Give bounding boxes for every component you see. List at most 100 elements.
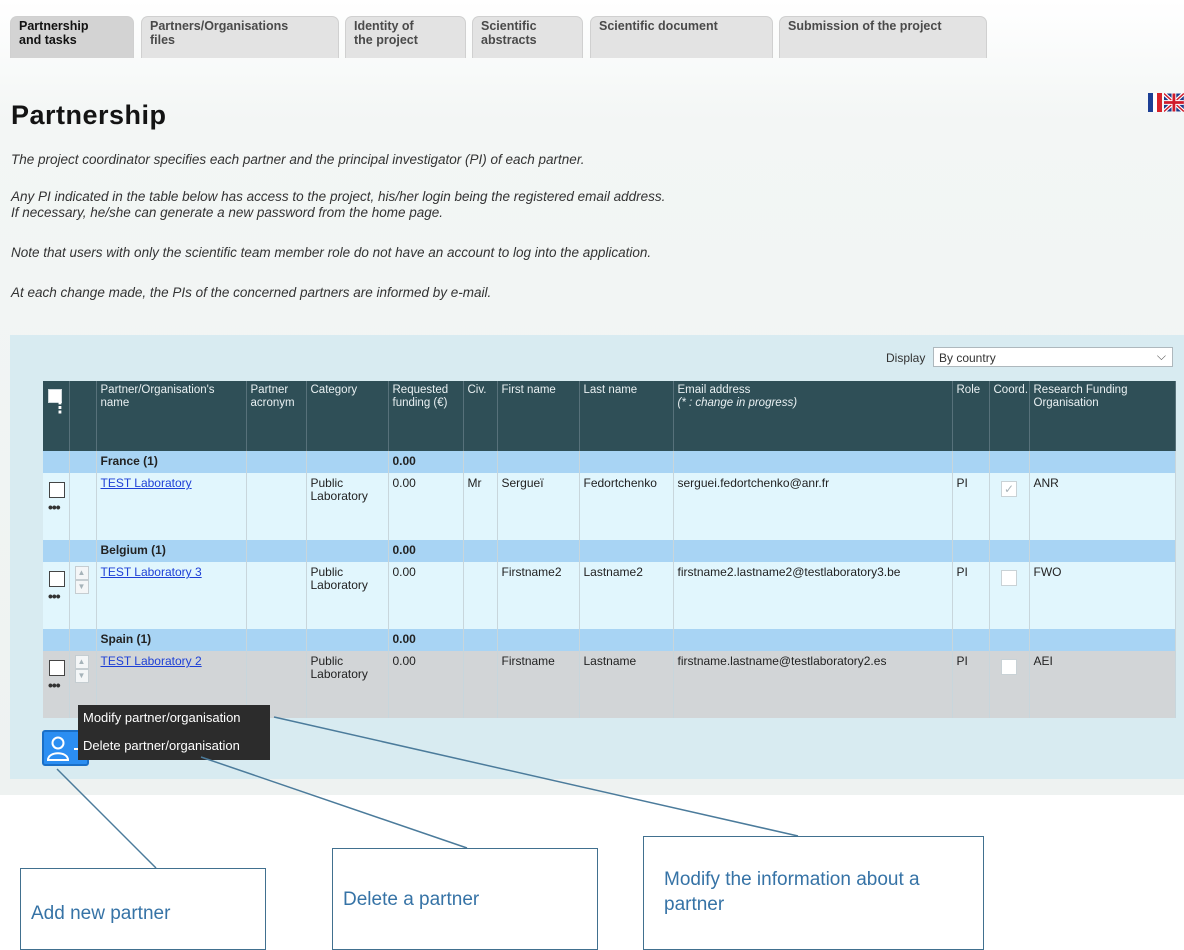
tab-partners-organisations-files[interactable]: Partners/Organisations files — [141, 16, 339, 58]
partner-category: Public Laboratory — [306, 651, 389, 718]
group-label: Belgium (1) — [96, 540, 247, 562]
tab-partnership-and-tasks[interactable]: Partnership and tasks — [10, 16, 134, 58]
coord-checkbox[interactable] — [1001, 659, 1017, 675]
group-cell — [579, 540, 674, 562]
tab-identity-of-the-project[interactable]: Identity of the project — [345, 16, 466, 58]
group-cell — [1029, 451, 1176, 473]
group-label: Spain (1) — [96, 629, 247, 651]
group-cell — [306, 629, 389, 651]
uk-flag-icon[interactable] — [1164, 93, 1184, 112]
chevron-down-icon: ⌵ — [1156, 349, 1166, 363]
row-checkbox[interactable] — [49, 482, 65, 498]
row-menu-icon[interactable]: ••• — [48, 589, 69, 603]
partner-role: PI — [952, 562, 990, 629]
delete-partner-menu-item[interactable]: Delete partner/organisation — [83, 736, 240, 756]
header-email-label: Email address — [677, 384, 751, 396]
header-menu-icon[interactable]: ⋮ — [52, 401, 69, 417]
group-cell — [952, 451, 990, 473]
partner-coord-cell — [989, 651, 1030, 718]
partner-name-cell: TEST Laboratory — [96, 473, 247, 540]
partner-role: PI — [952, 473, 990, 540]
intro-text-email-notice: At each change made, the PIs of the conc… — [11, 285, 492, 300]
partner-email: serguei.fedortchenko@anr.fr — [673, 473, 953, 540]
group-cell — [989, 540, 1030, 562]
tab-scientific-abstracts[interactable]: Scientific abstracts — [472, 16, 583, 58]
move-up-icon[interactable]: ▲ — [74, 566, 89, 580]
partner-civ — [463, 651, 498, 718]
header-email: Email address (* : change in progress) — [673, 381, 953, 451]
partner-category: Public Laboratory — [306, 473, 389, 540]
partner-last-name: Lastname — [579, 651, 674, 718]
group-cell — [673, 540, 953, 562]
partner-email: firstname.lastname@testlaboratory2.es — [673, 651, 953, 718]
header-category: Category — [306, 381, 389, 451]
group-cell — [246, 451, 307, 473]
callout-modify-text: Modify the information about a partner — [664, 869, 920, 915]
group-cell — [43, 540, 70, 562]
move-up-icon[interactable]: ▲ — [74, 655, 89, 669]
row-select-cell: ••• — [43, 473, 70, 540]
tab-scientific-document[interactable]: Scientific document — [590, 16, 773, 58]
partner-funding: 0.00 — [388, 562, 464, 629]
row-order-arrows: ▲ ▼ — [74, 655, 89, 683]
coord-checkbox[interactable] — [1001, 570, 1017, 586]
group-cell — [463, 540, 498, 562]
header-order — [69, 381, 97, 451]
row-menu-icon[interactable]: ••• — [48, 500, 69, 514]
callout-add-new-partner: Add new partner — [20, 868, 266, 950]
group-row-spain: Spain (1) 0.00 — [43, 629, 1176, 651]
partner-category: Public Laboratory — [306, 562, 389, 629]
group-cell — [306, 451, 389, 473]
row-checkbox[interactable] — [49, 571, 65, 587]
header-role: Role — [952, 381, 990, 451]
row-checkbox[interactable] — [49, 660, 65, 676]
group-cell — [579, 629, 674, 651]
partner-last-name: Lastname2 — [579, 562, 674, 629]
callout-add-text: Add new partner — [31, 903, 171, 924]
group-cell — [1029, 540, 1176, 562]
partner-first-name: Firstname — [497, 651, 580, 718]
group-cell — [69, 629, 97, 651]
partner-name-link[interactable]: TEST Laboratory — [101, 476, 192, 490]
modify-partner-menu-item[interactable]: Modify partner/organisation — [83, 708, 241, 728]
move-down-icon[interactable]: ▼ — [74, 580, 89, 594]
intro-text-team-member: Note that users with only the scientific… — [11, 245, 652, 260]
row-order-arrows: ▲ ▼ — [74, 566, 89, 594]
france-flag-icon[interactable] — [1148, 93, 1163, 112]
intro-text-coordinator: The project coordinator specifies each p… — [11, 152, 585, 167]
language-switcher — [1148, 93, 1184, 112]
intro-text-pi-access: Any PI indicated in the table below has … — [11, 189, 666, 204]
partners-table: ⋮ Partner/Organisation's name Partner ac… — [43, 381, 1176, 718]
display-select[interactable]: By country ⌵ — [933, 347, 1173, 367]
group-label: France (1) — [96, 451, 247, 473]
partner-coord-cell — [989, 562, 1030, 629]
partner-name-link[interactable]: TEST Laboratory 3 — [101, 565, 202, 579]
partner-first-name: Firstname2 — [497, 562, 580, 629]
group-cell — [497, 540, 580, 562]
header-civ: Civ. — [463, 381, 498, 451]
move-down-icon[interactable]: ▼ — [74, 669, 89, 683]
row-menu-icon[interactable]: ••• — [48, 678, 69, 692]
group-row-france: France (1) 0.00 — [43, 451, 1176, 473]
callout-delete-text: Delete a partner — [343, 889, 480, 910]
group-cell — [43, 629, 70, 651]
partner-acronym — [246, 562, 307, 629]
page-title: Partnership — [11, 100, 167, 130]
group-total: 0.00 — [388, 540, 464, 562]
partner-rfo: FWO — [1029, 562, 1176, 629]
partner-first-name: Sergueï — [497, 473, 580, 540]
partner-name-link[interactable]: TEST Laboratory 2 — [101, 654, 202, 668]
coord-checkbox[interactable]: ✓ — [1001, 481, 1017, 497]
callout-modify-partner: Modify the information about a partner — [643, 836, 984, 950]
header-select-all: ⋮ — [43, 381, 70, 451]
group-cell — [579, 451, 674, 473]
tab-submission-of-the-project[interactable]: Submission of the project — [779, 16, 987, 58]
group-cell — [497, 629, 580, 651]
table-header-row: ⋮ Partner/Organisation's name Partner ac… — [43, 381, 1176, 451]
header-email-note: (* : change in progress) — [677, 397, 798, 409]
group-cell — [1029, 629, 1176, 651]
group-cell — [952, 629, 990, 651]
partner-role: PI — [952, 651, 990, 718]
group-cell — [463, 629, 498, 651]
table-row: ••• ▲ ▼ TEST Laboratory 3 Public Laborat… — [43, 562, 1176, 629]
